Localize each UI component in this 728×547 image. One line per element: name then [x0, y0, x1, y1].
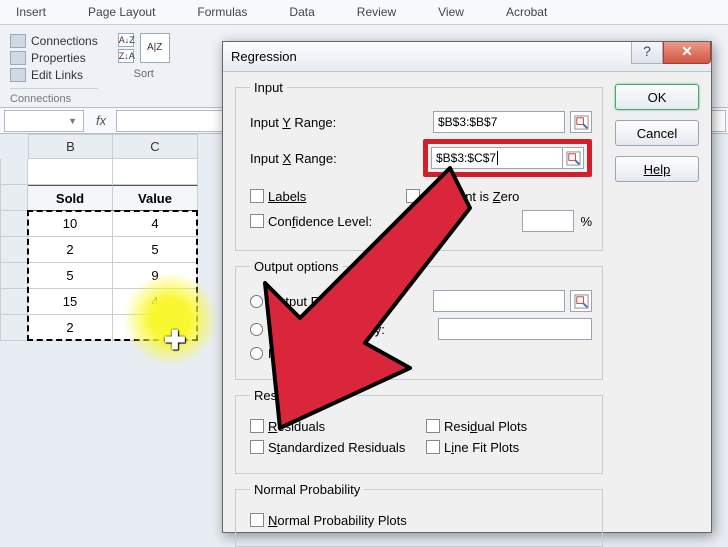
x-range-highlight: $B$3:$C$7 [423, 139, 592, 177]
sort-filter-group: A↓Z Z↓A A|Z Sort [118, 33, 170, 105]
residual-plots-checkbox[interactable] [426, 419, 440, 433]
residuals-checkbox[interactable] [250, 419, 264, 433]
help-window-button[interactable]: ? [631, 42, 663, 64]
std-residuals-checkbox[interactable] [250, 440, 264, 454]
residuals-group-label: Residuals [250, 388, 315, 403]
normal-probability-label: Normal Probability [250, 482, 364, 497]
confidence-unit: % [580, 214, 592, 229]
cell[interactable]: 4 [113, 211, 198, 237]
cell[interactable]: 5 [28, 263, 113, 289]
tab-review[interactable]: Review [351, 2, 402, 22]
sort-desc-icon[interactable]: Z↓A [118, 49, 134, 63]
ribbon-tabs: Insert Page Layout Formulas Data Review … [0, 0, 728, 25]
tab-data[interactable]: Data [283, 2, 320, 22]
new-workbook-radio[interactable] [250, 347, 263, 360]
properties-icon [10, 51, 26, 65]
name-box[interactable]: ▼ [4, 110, 84, 132]
col-header-c[interactable]: C [113, 134, 198, 159]
dialog-title: Regression [231, 49, 297, 64]
new-worksheet-input[interactable] [438, 318, 592, 340]
row-header[interactable] [0, 289, 28, 315]
cell-grid[interactable]: Sold Value 104 25 59 154 2 ✚ [28, 159, 198, 341]
help-button[interactable]: Help [615, 156, 699, 182]
connections-icon [10, 34, 26, 48]
sort-label: Sort [118, 68, 170, 80]
confidence-checkbox[interactable] [250, 214, 264, 228]
name-box-dropdown-icon[interactable]: ▼ [68, 116, 77, 126]
output-options-label: Output options [250, 259, 343, 274]
confidence-label: Confidence Level: [268, 214, 372, 229]
tab-page-layout[interactable]: Page Layout [82, 2, 161, 22]
tab-view[interactable]: View [432, 2, 470, 22]
row-headers [0, 159, 28, 341]
dialog-buttons: OK Cancel Help [615, 80, 699, 524]
row-header[interactable] [0, 315, 28, 341]
normal-probability-group: Normal Probability Normal Probability Pl… [235, 482, 603, 547]
tab-formulas[interactable]: Formulas [191, 2, 253, 22]
labels-checkbox[interactable] [250, 189, 264, 203]
line-fit-checkbox[interactable] [426, 440, 440, 454]
y-range-label: Input Y Range: [250, 115, 400, 130]
output-range-input[interactable] [433, 290, 565, 312]
row-header[interactable] [0, 237, 28, 263]
cell[interactable]: 10 [28, 211, 113, 237]
properties-button[interactable]: Properties [10, 50, 98, 66]
row-header[interactable] [0, 185, 28, 211]
cell[interactable]: 2 [28, 237, 113, 263]
col-header-b[interactable]: B [28, 134, 113, 159]
connections-group: Connections Properties Edit Links Connec… [10, 33, 98, 105]
dialog-titlebar[interactable]: Regression ? ✕ [223, 42, 711, 72]
y-range-picker-icon[interactable] [570, 111, 592, 133]
cell[interactable]: 9 [113, 263, 198, 289]
edit-links-icon [10, 68, 26, 82]
close-window-button[interactable]: ✕ [663, 42, 711, 64]
tab-acrobat[interactable]: Acrobat [500, 2, 553, 22]
dialog-form: Input Input Y Range: $B$3:$B$7 Input X R… [235, 80, 603, 524]
output-options-group: Output options Output Range: New Workshe… [235, 259, 603, 380]
row-header[interactable] [0, 211, 28, 237]
confidence-input[interactable] [522, 210, 574, 232]
output-range-radio[interactable] [250, 295, 263, 308]
edit-links-button[interactable]: Edit Links [10, 67, 98, 83]
new-worksheet-radio[interactable] [250, 323, 263, 336]
constant-zero-checkbox[interactable] [406, 189, 420, 203]
ok-button[interactable]: OK [615, 84, 699, 110]
residuals-group: Residuals Residuals Residual Plots Stand… [235, 388, 603, 474]
cell[interactable]: 5 [113, 237, 198, 263]
sort-asc-icon[interactable]: A↓Z [118, 33, 134, 47]
regression-dialog: Regression ? ✕ Input Input Y Range: $B$3… [222, 41, 712, 533]
header-sold[interactable]: Sold [28, 185, 113, 211]
connections-button[interactable]: Connections [10, 33, 98, 49]
cancel-button[interactable]: Cancel [615, 120, 699, 146]
input-group: Input Input Y Range: $B$3:$B$7 Input X R… [235, 80, 603, 251]
cell[interactable] [113, 315, 198, 341]
x-range-picker-icon[interactable] [562, 147, 584, 169]
normal-prob-checkbox[interactable] [250, 513, 264, 527]
x-range-input[interactable]: $B$3:$C$7 [431, 147, 563, 169]
cell[interactable]: 15 [28, 289, 113, 315]
constant-zero-label: Constant is Zero [424, 189, 519, 204]
labels-cb-label: Labels [268, 189, 306, 204]
output-range-label: O [268, 294, 278, 309]
tab-insert[interactable]: Insert [10, 2, 52, 22]
x-range-label: Input X Range: [250, 151, 400, 166]
fx-label[interactable]: fx [88, 113, 114, 128]
y-range-input[interactable]: $B$3:$B$7 [433, 111, 565, 133]
input-group-label: Input [250, 80, 287, 95]
row-header[interactable] [0, 159, 28, 185]
sort-large-icon[interactable]: A|Z [140, 33, 170, 63]
output-range-picker-icon[interactable] [570, 290, 592, 312]
cell[interactable]: 4 [113, 289, 198, 315]
cell[interactable]: 2 [28, 315, 113, 341]
connections-group-label: Connections [10, 88, 98, 105]
row-header[interactable] [0, 263, 28, 289]
header-value[interactable]: Value [113, 185, 198, 211]
